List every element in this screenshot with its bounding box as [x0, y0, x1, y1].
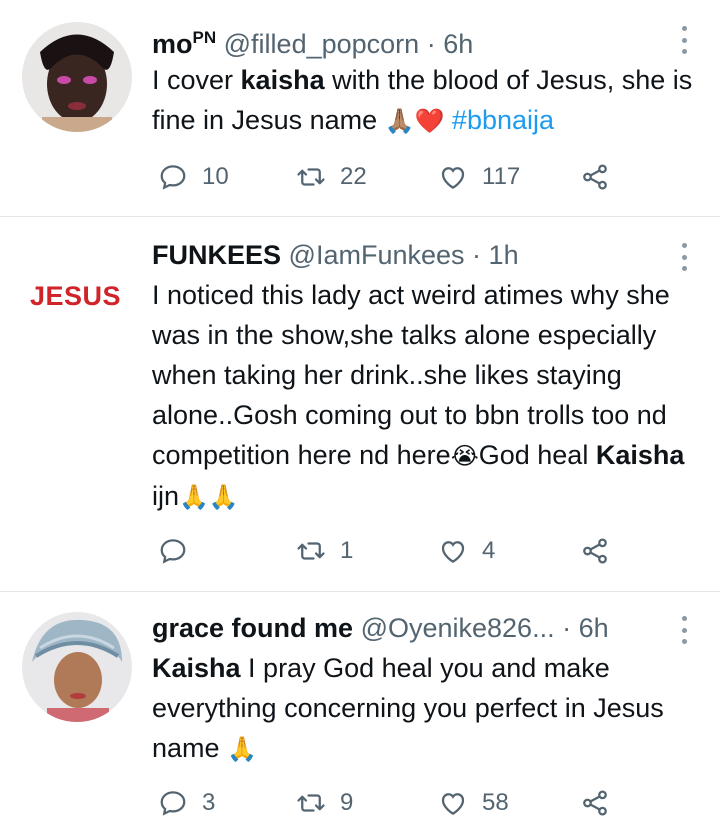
- tweet[interactable]: JESUS FUNKEES @IamFunkees · 1h I noticed…: [0, 217, 720, 592]
- display-name[interactable]: moPN: [152, 28, 216, 59]
- like-count: 58: [482, 789, 509, 816]
- tweet-actions: 1 4: [152, 533, 622, 569]
- handle[interactable]: @IamFunkees: [289, 240, 465, 270]
- reply-button[interactable]: 10: [158, 159, 229, 195]
- share-button[interactable]: [580, 785, 610, 821]
- handle[interactable]: @filled_popcorn: [224, 29, 420, 59]
- tweet-actions: 3 9 58: [152, 785, 622, 821]
- timestamp[interactable]: 1h: [489, 240, 519, 270]
- timestamp[interactable]: 6h: [579, 613, 609, 643]
- display-name[interactable]: grace found me: [152, 613, 353, 643]
- tweet-text: I cover kaisha with the blood of Jesus, …: [152, 65, 693, 135]
- retweet-count: 1: [340, 537, 354, 564]
- heart-icon: [441, 793, 465, 815]
- tweet-text: I noticed this lady act weird atimes why…: [152, 280, 685, 511]
- like-button[interactable]: 4: [438, 533, 495, 569]
- display-name[interactable]: FUNKEES: [152, 240, 281, 270]
- timestamp[interactable]: 6h: [443, 29, 473, 59]
- tweet[interactable]: grace found me @Oyenike826... · 6h Kaish…: [0, 592, 720, 839]
- retweet-button[interactable]: 9: [296, 785, 353, 821]
- emoji: 🙏🙏: [179, 483, 239, 511]
- avatar[interactable]: [22, 22, 132, 132]
- separator-dot: ·: [472, 240, 482, 270]
- emoji: 😭: [450, 442, 479, 470]
- tweet-actions: 10 22 117: [152, 159, 622, 195]
- retweet-icon: [297, 794, 325, 812]
- reply-count: 10: [202, 163, 229, 190]
- share-button[interactable]: [580, 159, 610, 195]
- share-icon: [583, 538, 607, 564]
- heart-icon: [441, 167, 465, 189]
- more-icon[interactable]: [680, 243, 688, 271]
- share-icon: [583, 164, 607, 190]
- reply-icon: [160, 539, 186, 564]
- like-count: 117: [482, 163, 521, 190]
- like-button[interactable]: 58: [438, 785, 509, 821]
- reply-button[interactable]: 3: [158, 785, 215, 821]
- more-icon[interactable]: [680, 26, 688, 54]
- like-count: 4: [482, 537, 496, 564]
- tweet-text: Kaisha I pray God heal you and make ever…: [152, 653, 664, 763]
- avatar[interactable]: [22, 612, 132, 722]
- hashtag-link[interactable]: #bbnaija: [452, 105, 554, 135]
- reply-icon: [160, 791, 186, 816]
- retweet-button[interactable]: 1: [296, 533, 353, 569]
- tweet[interactable]: moPN @filled_popcorn · 6h I cover kaisha…: [0, 0, 720, 217]
- more-icon[interactable]: [680, 616, 688, 644]
- like-button[interactable]: 117: [438, 159, 520, 195]
- avatar[interactable]: JESUS: [30, 281, 121, 312]
- reply-count: 3: [202, 789, 216, 816]
- emoji: 🙏🏽❤️: [384, 107, 445, 135]
- separator-dot: ·: [426, 29, 436, 59]
- retweet-count: 9: [340, 789, 354, 816]
- share-button[interactable]: [580, 533, 610, 569]
- emoji: 🙏: [227, 735, 257, 763]
- retweet-count: 22: [340, 163, 367, 190]
- retweet-icon: [297, 168, 325, 186]
- retweet-icon: [297, 542, 325, 560]
- share-icon: [583, 790, 607, 816]
- heart-icon: [441, 541, 465, 563]
- reply-icon: [160, 165, 186, 190]
- reply-button[interactable]: [158, 533, 202, 569]
- handle[interactable]: @Oyenike826...: [361, 613, 555, 643]
- retweet-button[interactable]: 22: [296, 159, 367, 195]
- separator-dot: ·: [562, 613, 572, 643]
